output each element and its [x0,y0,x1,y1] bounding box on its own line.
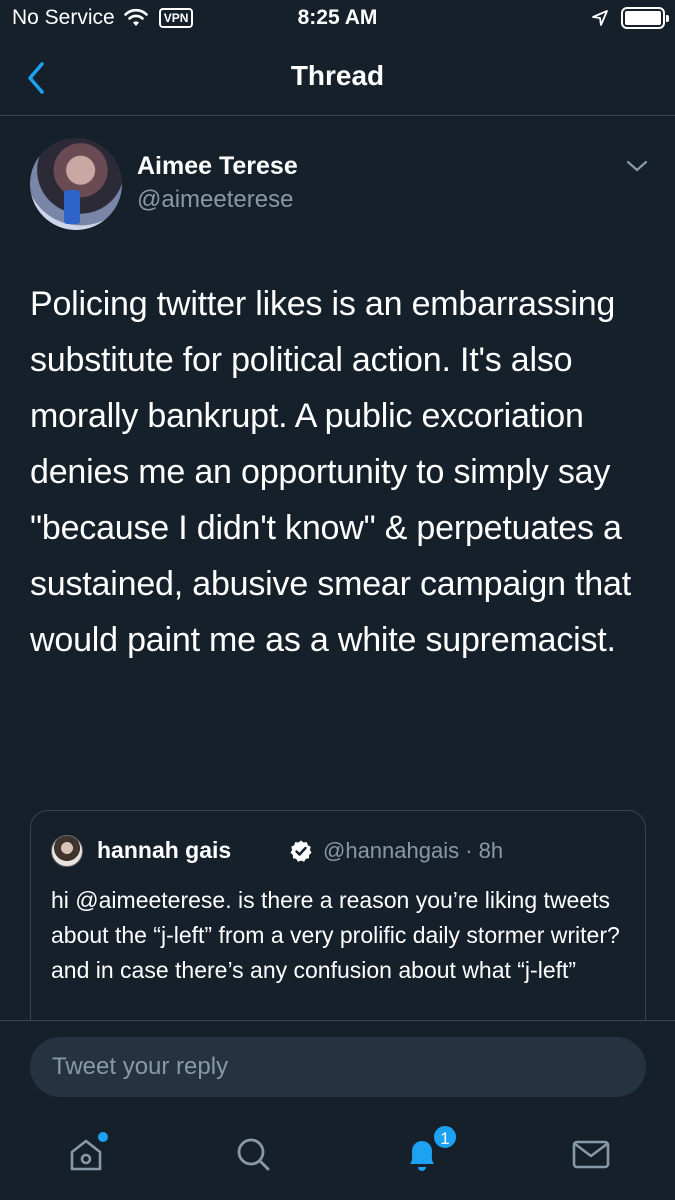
chevron-down-icon[interactable] [625,158,649,174]
author-name[interactable]: Aimee Terese [137,152,298,181]
status-right [591,7,669,29]
notification-count-badge: 1 [432,1124,458,1150]
tab-home[interactable] [64,1132,108,1176]
tab-bar: 1 [0,1112,675,1200]
status-time: 8:25 AM [297,6,378,29]
home-new-dot [98,1132,108,1142]
tweet-text: Policing twitter likes is an embarrassin… [30,285,631,659]
location-arrow-icon [592,10,608,26]
thread-screen: No Service VPN 8:25 AM Thread Aimee Tere… [0,0,675,1200]
quoted-tweet-text: hi @aimeeterese. is there a reason you’r… [51,887,620,983]
reply-bar [0,1020,675,1112]
quoted-author-handle: @hannahgais · 8h [323,838,504,863]
search-icon [237,1138,270,1171]
status-bar: No Service VPN 8:25 AM [0,0,675,38]
avatar[interactable] [30,138,122,230]
tab-search[interactable] [231,1132,275,1176]
quoted-author-name: hannah gais [97,837,232,863]
nav-bar: Thread [0,38,675,116]
quoted-avatar [51,835,83,867]
verified-icon [290,840,312,862]
reply-input[interactable] [30,1037,646,1097]
author-handle[interactable]: @aimeeterese [137,186,293,214]
page-title: Thread [290,60,385,91]
tab-notifications[interactable]: 1 [400,1124,458,1176]
mail-icon [572,1140,610,1169]
battery-icon [621,7,669,29]
tab-messages[interactable] [569,1132,613,1176]
